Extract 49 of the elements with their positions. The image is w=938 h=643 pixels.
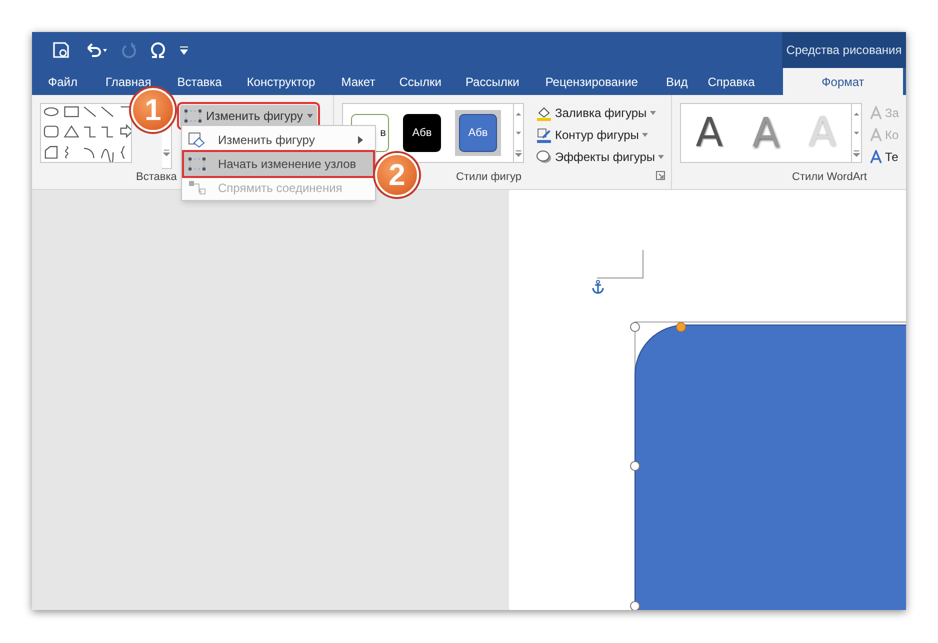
ribbon-tab[interactable]: Вставка: [177, 68, 222, 95]
edit-shape-button[interactable]: Изменить фигуру: [180, 105, 317, 127]
shape-gallery-drawing[interactable]: [40, 103, 132, 163]
caret-icon: [306, 114, 313, 118]
callout-badge: 2: [375, 153, 419, 197]
wordart-sample[interactable]: A: [696, 113, 724, 153]
ribbon-command[interactable]: Заливка фигуры: [536, 103, 664, 122]
save-icon[interactable]: [52, 41, 70, 59]
rounded-rectangle-shape[interactable]: [629, 321, 906, 610]
group-label: Вставка: [136, 170, 177, 185]
ribbon-tab[interactable]: Ссылки: [399, 68, 442, 95]
pen-icon: [536, 126, 552, 142]
connector-icon: [188, 180, 206, 196]
menu-item[interactable]: Начать изменение узлов: [184, 152, 373, 176]
dialog-launcher-icon[interactable]: [656, 171, 665, 180]
omega-icon[interactable]: [150, 42, 166, 58]
ribbon-tab[interactable]: Рецензирование: [545, 68, 638, 95]
effects-icon: [536, 148, 552, 164]
ribbon-command[interactable]: Контур фигуры: [536, 125, 664, 144]
group-label: Стили фигур: [456, 170, 522, 185]
change-shape-icon: [188, 132, 206, 148]
edit-points-icon: [184, 109, 202, 123]
anchor-icon: [591, 280, 605, 294]
letter-icon: [870, 106, 882, 120]
caret-icon: [650, 110, 656, 114]
group-label: Стили WordArt: [791, 170, 868, 185]
letter-icon: [870, 150, 882, 164]
customize-menu-icon[interactable]: [180, 45, 188, 55]
context-tab-label: Средства рисования: [782, 32, 906, 68]
paint-bucket-icon: [536, 104, 552, 120]
ribbon-command[interactable]: Эффекты фигуры: [536, 147, 664, 166]
ribbon-command[interactable]: Те: [870, 147, 899, 166]
ribbon-tab[interactable]: Вид: [666, 68, 688, 95]
caret-icon: [642, 132, 648, 136]
letter-icon: [870, 128, 882, 142]
corner-mark: [597, 250, 645, 280]
caret-icon: [658, 154, 664, 158]
menu-item[interactable]: Изменить фигуру: [184, 128, 373, 152]
ribbon-tab[interactable]: Формат: [783, 68, 903, 95]
ribbon-tab[interactable]: Конструктор: [246, 68, 316, 95]
redo-icon[interactable]: [122, 42, 136, 58]
ribbon-tab[interactable]: Макет: [341, 68, 376, 95]
submenu-arrow-icon: [358, 136, 363, 144]
edit-points-icon: [188, 157, 206, 171]
ribbon-tab[interactable]: Рассылки: [465, 68, 520, 95]
ribbon-tab[interactable]: Справка: [708, 68, 755, 95]
ribbon-tab[interactable]: Файл: [48, 68, 78, 95]
style-preset[interactable]: Абв: [459, 114, 497, 152]
style-preset[interactable]: Абв: [403, 114, 441, 152]
